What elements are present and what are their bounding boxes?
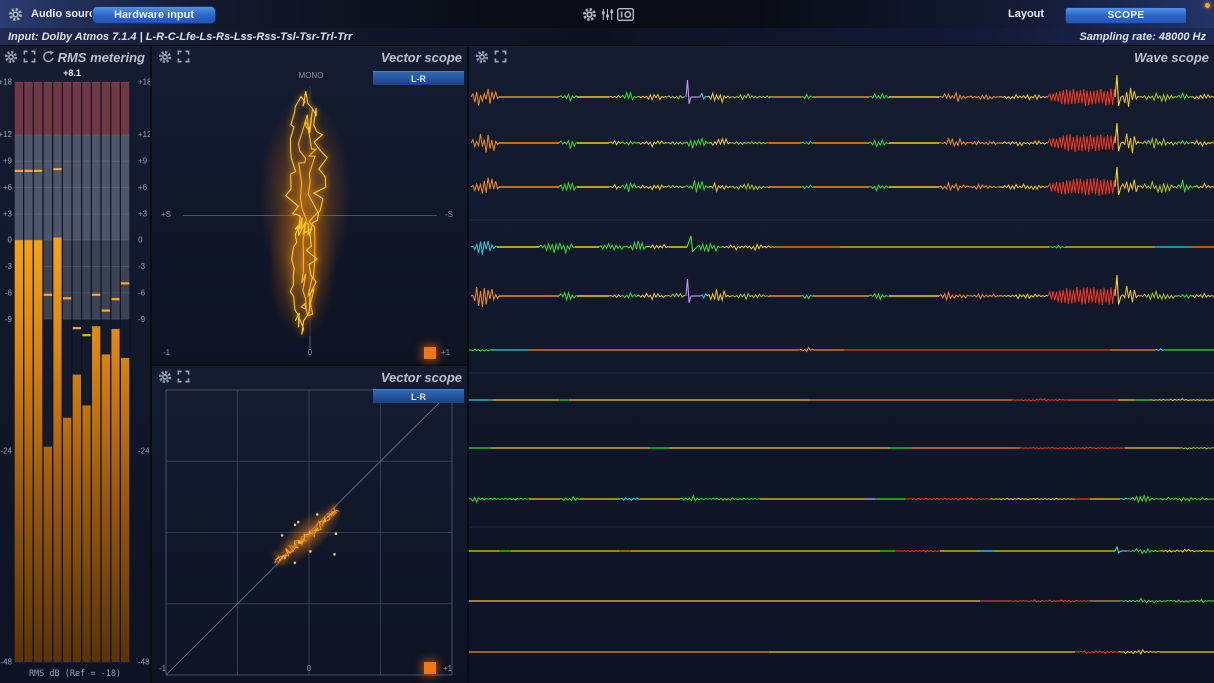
peak-marker-Tsl bbox=[92, 294, 100, 296]
meter-bar-Trr bbox=[121, 358, 129, 662]
meter-scale-label: 0 bbox=[138, 236, 143, 245]
meter-bar-Lss bbox=[73, 375, 81, 662]
waveform-row-Trr bbox=[469, 650, 1214, 654]
rms-max-readout: +8.1 bbox=[63, 68, 81, 78]
meter-scale-label: 0 bbox=[8, 236, 13, 245]
peak-marker-Lss bbox=[73, 327, 81, 329]
peak-marker-L bbox=[15, 170, 23, 172]
corr-scale-zero: 0 bbox=[300, 348, 320, 357]
meter-scale-label: +3 bbox=[138, 209, 148, 218]
info-bar: Input: Dolby Atmos 7.1.4 | L-R-C-Lfe-Ls-… bbox=[0, 28, 1214, 46]
meter-scale-label: -48 bbox=[0, 658, 12, 667]
meter-scale-label: +9 bbox=[3, 157, 13, 166]
meter-bar-Lfe bbox=[44, 447, 52, 662]
meter-bar-Rs bbox=[63, 418, 71, 662]
top-toolbar: Audio source Hardware input Layout SCOPE bbox=[0, 0, 1214, 28]
audio-source-label: Audio source bbox=[31, 8, 101, 20]
peak-marker-Ls bbox=[53, 168, 61, 170]
meter-scale-label: -9 bbox=[138, 315, 146, 324]
settings-gear-icon[interactable] bbox=[8, 7, 23, 22]
settings-gear-icon[interactable] bbox=[582, 7, 597, 22]
meter-scale-label: -9 bbox=[5, 315, 13, 324]
rms-meter-display: +18 +18 +12 +12 +9 +9 +6 +6 +3 +3 0 0 -3 -3 -6 -6 -9 -9 -2… bbox=[0, 46, 150, 683]
waveform-row-Lfe bbox=[471, 236, 1214, 255]
meter-scale-label: +18 bbox=[0, 78, 13, 87]
meter-scale-label: +18 bbox=[138, 78, 150, 87]
meter-bar-Ls bbox=[53, 238, 61, 662]
xy-scale-zero: 0 bbox=[299, 664, 319, 673]
waveform-row-Rs bbox=[469, 347, 1214, 351]
rms-metering-panel: RMS metering +18+18+12+12+9+9+6+6+3+300-… bbox=[0, 46, 150, 683]
peak-marker-Lfe bbox=[44, 294, 52, 296]
peak-marker-Tsr bbox=[102, 309, 110, 311]
xy-scale-plus1: +1 bbox=[443, 664, 452, 673]
waveform-row-C bbox=[471, 167, 1214, 196]
meter-bar-Rss bbox=[82, 405, 90, 662]
sampling-rate-label: Sampling rate: 48000 Hz bbox=[1079, 31, 1206, 43]
hardware-input-button[interactable]: Hardware input bbox=[92, 6, 216, 24]
correlation-indicator bbox=[424, 662, 436, 674]
mono-axis-label: MONO bbox=[295, 71, 327, 80]
peak-marker-Trl bbox=[111, 298, 119, 300]
meter-scale-label: +12 bbox=[0, 130, 13, 139]
meter-scale-label: -24 bbox=[0, 447, 12, 456]
meter-bar-C bbox=[34, 240, 42, 662]
waveform-row-Ls bbox=[471, 275, 1214, 307]
io-routing-icon[interactable] bbox=[617, 8, 634, 21]
vectorscope-xy-display bbox=[152, 366, 467, 683]
meter-scale-label: -3 bbox=[5, 262, 13, 271]
plus-s-axis-label: +S bbox=[161, 210, 171, 219]
meter-scale-label: -6 bbox=[138, 288, 146, 297]
minus-s-axis-label: -S bbox=[445, 210, 453, 219]
peak-marker-Rss bbox=[82, 334, 90, 336]
faders-icon[interactable] bbox=[601, 8, 614, 21]
peak-marker-C bbox=[34, 170, 42, 172]
corr-scale-plus1: +1 bbox=[441, 348, 450, 357]
vectorscope-polar-display bbox=[152, 46, 467, 364]
meter-scale-label: +9 bbox=[138, 157, 148, 166]
meter-scale-label: +6 bbox=[3, 183, 13, 192]
vs1-mode-button[interactable]: L-R bbox=[373, 71, 464, 85]
peak-marker-Rs bbox=[63, 297, 71, 299]
meter-bar-L bbox=[15, 240, 23, 662]
corr-scale-minus1: -1 bbox=[163, 348, 170, 357]
waveform-row-L bbox=[471, 75, 1214, 107]
rms-footer-label: RMS dB (Ref = -18) bbox=[29, 669, 121, 679]
waveform-row-Tsr bbox=[469, 547, 1214, 554]
meter-bar-R bbox=[24, 240, 32, 662]
meter-scale-label: -48 bbox=[138, 658, 150, 667]
meter-bar-Tsl bbox=[92, 326, 100, 662]
meter-bar-Trl bbox=[111, 329, 119, 662]
analyzer-window: Audio source Hardware input Layout SCOPE… bbox=[0, 0, 1214, 683]
status-dot bbox=[1205, 3, 1210, 8]
meter-scale-label: +12 bbox=[138, 130, 150, 139]
wave-scope-panel: Wave scope bbox=[469, 46, 1214, 683]
meter-scale-label: -6 bbox=[5, 288, 13, 297]
meter-scale-label: +6 bbox=[138, 183, 148, 192]
peak-marker-Trr bbox=[121, 282, 129, 284]
meter-bar-Tsr bbox=[102, 354, 110, 662]
waveform-display bbox=[469, 46, 1214, 683]
vs2-mode-button[interactable]: L-R bbox=[373, 389, 464, 403]
waveform-row-Rss bbox=[469, 447, 1214, 449]
meter-scale-label: -3 bbox=[138, 262, 146, 271]
scope-button[interactable]: SCOPE bbox=[1065, 7, 1187, 24]
xy-scale-minus1: -1 bbox=[159, 664, 166, 673]
waveform-row-Tsl bbox=[469, 496, 1214, 503]
layout-label[interactable]: Layout bbox=[1008, 8, 1044, 20]
vector-scope-xy-panel: Vector scope L-R -1 0 +1 bbox=[152, 366, 467, 683]
peak-marker-R bbox=[24, 170, 32, 172]
waveform-row-R bbox=[471, 123, 1214, 153]
waveform-row-Trl bbox=[469, 599, 1214, 603]
meter-scale-label: -24 bbox=[138, 447, 150, 456]
waveform-row-Lss bbox=[469, 399, 1214, 401]
correlation-indicator bbox=[424, 347, 436, 359]
input-format-label: Input: Dolby Atmos 7.1.4 | L-R-C-Lfe-Ls-… bbox=[8, 31, 352, 43]
vector-scope-polar-panel: Vector scope L-R MONO +S -S -1 0 +1 bbox=[152, 46, 467, 364]
meter-scale-label: +3 bbox=[3, 209, 13, 218]
